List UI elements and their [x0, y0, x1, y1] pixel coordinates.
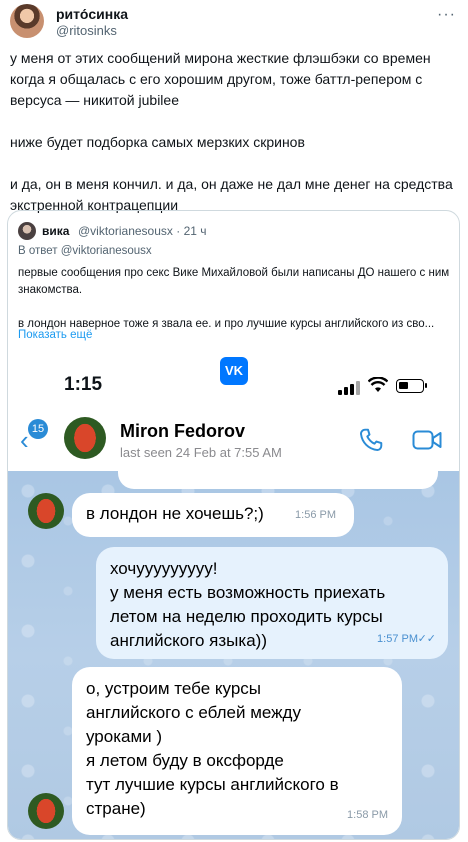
message-avatar	[28, 493, 64, 529]
tweet-paragraph: ниже будет подборка самых мерзких скрино…	[10, 134, 305, 150]
battery-icon	[396, 379, 427, 393]
last-seen-status: last seen 24 Feb at 7:55 AM	[120, 445, 282, 460]
quoted-time: · 21 ч	[176, 224, 207, 238]
tweet-header: рито́синка @ritosinks ···	[10, 4, 458, 40]
video-icon[interactable]	[412, 429, 442, 451]
message-time: 1:57 PM	[377, 633, 418, 645]
chat-area[interactable]: в лондон не хочешь?;) 1:56 PM хочууууууу…	[8, 471, 459, 839]
previous-message-edge	[118, 471, 438, 489]
contact-name[interactable]: Miron Fedorov	[120, 421, 245, 442]
author-name[interactable]: рито́синка	[56, 6, 128, 22]
quoted-tweet[interactable]: вика @viktorianesousx · 21 ч В ответ @vi…	[7, 210, 460, 840]
tweet-paragraph: у меня от этих сообщений мирона жесткие …	[10, 50, 431, 108]
author-handle[interactable]: @ritosinks	[56, 23, 117, 38]
incoming-message[interactable]: в лондон не хочешь?;) 1:56 PM	[72, 493, 354, 537]
message-time: 1:56 PM	[295, 509, 336, 521]
quoted-avatar	[18, 222, 36, 240]
author-avatar[interactable]	[10, 4, 44, 38]
contact-avatar[interactable]	[64, 417, 106, 459]
wifi-icon	[367, 376, 389, 396]
quoted-meta: @viktorianesousx · 21 ч	[78, 224, 207, 238]
phone-icon[interactable]	[358, 427, 384, 453]
quoted-handle: @viktorianesousx	[78, 224, 173, 238]
outgoing-message[interactable]: хочууууууууу! у меня есть возможность пр…	[96, 547, 448, 659]
message-avatar	[28, 793, 64, 829]
quoted-name: вика	[42, 224, 70, 238]
incoming-message[interactable]: о, устроим тебе курсы английского с ебле…	[72, 667, 402, 835]
status-time: 1:15	[64, 374, 103, 395]
tweet-body: у меня от этих сообщений мирона жесткие …	[10, 48, 458, 237]
chat-screenshot: 1:15 VK ‹ 15 Miron Fedorov last seen 24 …	[8, 351, 459, 839]
quoted-line: первые сообщения про секс Вике Михайлово…	[18, 267, 450, 296]
signal-icon	[338, 381, 360, 395]
read-check-icon: ✓✓	[417, 633, 436, 645]
show-more-link[interactable]: Показать ещё	[18, 329, 92, 341]
message-text: о, устроим тебе курсы английского с ебле…	[86, 679, 339, 818]
more-icon[interactable]: ···	[437, 6, 456, 24]
message-time: 1:58 PM	[347, 809, 388, 821]
reply-to-label: В ответ @viktorianesousx	[18, 245, 152, 257]
vk-app-icon: VK	[220, 357, 248, 385]
unread-badge: 15	[28, 419, 48, 439]
